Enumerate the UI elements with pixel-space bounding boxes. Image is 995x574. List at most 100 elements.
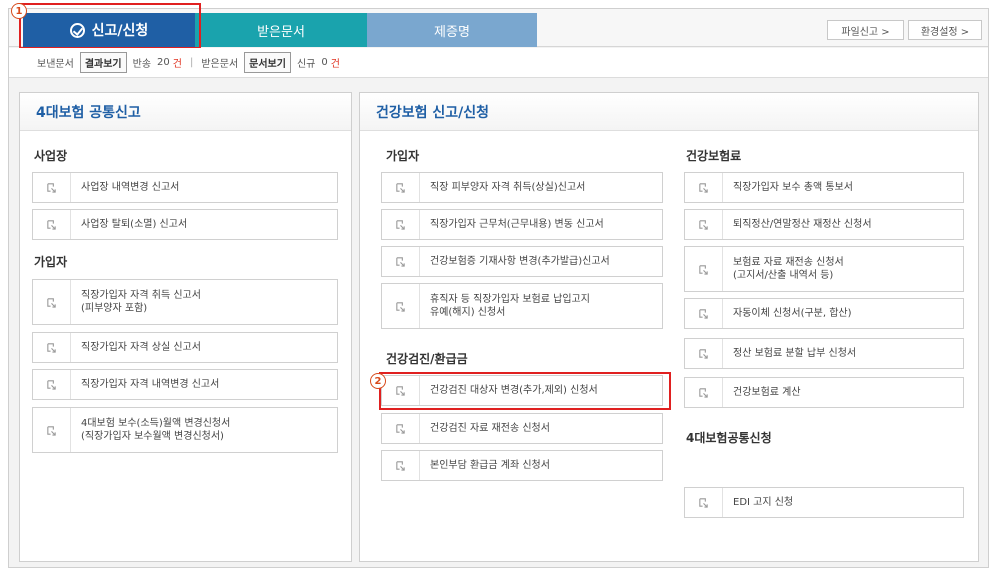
item-label: 자동이체 신청서(구분, 합산) bbox=[733, 308, 852, 319]
document-link-icon bbox=[382, 376, 420, 405]
leave-premium-deferral-application[interactable]: 휴직자 등 직장가입자 보험료 납입고지유예(해지) 신청서 bbox=[381, 283, 663, 329]
item-label-line2: (직장가입자 보수월액 변경신청서) bbox=[81, 431, 224, 442]
item-label-line2: (피부양자 포함) bbox=[81, 303, 148, 314]
tab-received-label: 받은문서 bbox=[257, 24, 305, 40]
premium-calculation[interactable]: 건강보험료 계산 bbox=[684, 377, 964, 408]
check-circle-icon bbox=[69, 22, 85, 38]
workplace-change-report[interactable]: 사업장 내역변경 신고서 bbox=[32, 172, 338, 203]
new-unit[interactable]: 건 bbox=[331, 55, 340, 70]
returned-unit[interactable]: 건 bbox=[173, 55, 182, 70]
item-label: 건강보험료 계산 bbox=[733, 387, 801, 398]
tab-report-apply[interactable]: 신고/신청 bbox=[23, 13, 195, 47]
document-link-icon bbox=[33, 280, 71, 324]
new-label: 신규 bbox=[296, 59, 316, 70]
marker-1: 1 bbox=[11, 3, 27, 19]
document-link-icon bbox=[33, 210, 71, 239]
item-label: 사업장 내역변경 신고서 bbox=[81, 182, 180, 193]
subscriber-acquisition-report[interactable]: 직장가입자 자격 취득 신고서 (피부양자 포함) bbox=[32, 279, 338, 325]
checkup-data-resend-application[interactable]: 건강검진 자료 재전송 신청서 bbox=[381, 413, 663, 444]
item-label: 4대보험 보수(소득)월액 변경신청서 (직장가입자 보수월액 변경신청서) bbox=[71, 417, 230, 443]
status-bar: 보낸문서 결과보기 반송 20 건 | 받은문서 문서보기 신규 0 건 bbox=[9, 48, 988, 78]
document-link-icon bbox=[685, 299, 723, 328]
document-link-icon bbox=[685, 247, 723, 291]
tab-received-documents[interactable]: 받은문서 bbox=[195, 13, 367, 47]
settings-button[interactable]: 환경설정 > bbox=[908, 20, 982, 40]
status-separator: | bbox=[189, 57, 194, 68]
item-label: 직장 피부양자 자격 취득(상실)신고서 bbox=[430, 182, 586, 193]
dependent-acquisition-report[interactable]: 직장 피부양자 자격 취득(상실)신고서 bbox=[381, 172, 663, 203]
monthly-pay-change-application[interactable]: 4대보험 보수(소득)월액 변경신청서 (직장가입자 보수월액 변경신청서) bbox=[32, 407, 338, 453]
sent-docs-label: 보낸문서 bbox=[37, 59, 74, 70]
item-label: 정산 보험료 분할 납부 신청서 bbox=[733, 348, 857, 359]
document-link-icon bbox=[382, 173, 420, 202]
item-label-line1: 휴직자 등 직장가입자 보험료 납입고지 bbox=[430, 294, 590, 305]
checkup-section-title: 건강검진/환급금 bbox=[386, 352, 468, 366]
insurance-card-change-report[interactable]: 건강보험증 기재사항 변경(추가발급)신고서 bbox=[381, 246, 663, 277]
item-label: 건강검진 대상자 변경(추가,제외) 신청서 bbox=[430, 385, 598, 396]
item-label: 건강보험증 기재사항 변경(추가발급)신고서 bbox=[430, 256, 610, 267]
item-label: 직장가입자 자격 취득 신고서 (피부양자 포함) bbox=[71, 289, 201, 315]
health-insurance-title: 건강보험 신고/신청 bbox=[360, 93, 978, 131]
view-results-button[interactable]: 결과보기 bbox=[79, 52, 127, 73]
document-link-icon bbox=[382, 210, 420, 239]
document-link-icon bbox=[33, 173, 71, 202]
hi-subscriber-section-title: 가입자 bbox=[386, 149, 420, 163]
item-label: 사업장 탈퇴(소멸) 신고서 bbox=[81, 219, 188, 230]
item-label-line2: 유예(해지) 신청서 bbox=[430, 307, 506, 318]
document-link-icon bbox=[685, 378, 723, 407]
refund-account-application[interactable]: 본인부담 환급금 계좌 신청서 bbox=[381, 450, 663, 481]
item-label: 본인부담 환급금 계좌 신청서 bbox=[430, 460, 550, 471]
subscriber-loss-report[interactable]: 직장가입자 자격 상실 신고서 bbox=[32, 332, 338, 363]
premium-data-resend-application[interactable]: 보험료 자료 재전송 신청서 (고지서/산출 내역서 등) bbox=[684, 246, 964, 292]
checkup-target-change-application[interactable]: 건강검진 대상자 변경(추가,제외) 신청서 bbox=[381, 375, 663, 406]
item-label: 직장가입자 자격 상실 신고서 bbox=[81, 342, 201, 353]
item-label: EDI 고지 신청 bbox=[733, 497, 794, 508]
tab-certificates-label: 제증명 bbox=[434, 24, 470, 40]
item-label-line1: 4대보험 보수(소득)월액 변경신청서 bbox=[81, 418, 231, 429]
document-link-icon bbox=[685, 210, 723, 239]
document-link-icon bbox=[685, 173, 723, 202]
document-link-icon bbox=[33, 408, 71, 452]
marker-2: 2 bbox=[370, 373, 386, 389]
common-report-panel: 4대보험 공통신고 사업장 사업장 내역변경 신고서 사업장 탈퇴(소멸) 신고… bbox=[19, 92, 352, 562]
installment-payment-application[interactable]: 정산 보험료 분할 납부 신청서 bbox=[684, 338, 964, 369]
common-apply-section-title: 4대보험공통신청 bbox=[686, 431, 772, 445]
document-link-icon bbox=[382, 414, 420, 443]
item-label: 직장가입자 근무처(근무내용) 변동 신고서 bbox=[430, 219, 604, 230]
workplace-withdrawal-report[interactable]: 사업장 탈퇴(소멸) 신고서 bbox=[32, 209, 338, 240]
returned-label: 반송 bbox=[132, 59, 152, 70]
edi-notice-application[interactable]: EDI 고지 신청 bbox=[684, 487, 964, 518]
document-link-icon bbox=[685, 488, 723, 517]
returned-count: 20 bbox=[157, 57, 170, 68]
document-link-icon bbox=[382, 284, 420, 328]
item-label: 건강검진 자료 재전송 신청서 bbox=[430, 423, 550, 434]
auto-transfer-application[interactable]: 자동이체 신청서(구분, 합산) bbox=[684, 298, 964, 329]
document-link-icon bbox=[685, 339, 723, 368]
item-label: 휴직자 등 직장가입자 보험료 납입고지유예(해지) 신청서 bbox=[420, 293, 590, 319]
item-label: 퇴직정산/연말정산 재정산 신청서 bbox=[733, 219, 872, 230]
tab-certificates[interactable]: 제증명 bbox=[367, 13, 537, 47]
tab-bar: 신고/신청 받은문서 제증명 1 파일신고 > 환경설정 > bbox=[9, 3, 988, 49]
item-label-line1: 직장가입자 자격 취득 신고서 bbox=[81, 290, 201, 301]
subscriber-section-title: 가입자 bbox=[34, 255, 68, 269]
document-link-icon bbox=[382, 451, 420, 480]
item-label: 직장가입자 보수 총액 통보서 bbox=[733, 182, 853, 193]
document-link-icon bbox=[382, 247, 420, 276]
item-label-line2: (고지서/산출 내역서 등) bbox=[733, 270, 834, 281]
year-end-resettlement-application[interactable]: 퇴직정산/연말정산 재정산 신청서 bbox=[684, 209, 964, 240]
tab-report-apply-label: 신고/신청 bbox=[91, 23, 149, 39]
common-report-title: 4대보험 공통신고 bbox=[20, 93, 351, 131]
total-pay-notice[interactable]: 직장가입자 보수 총액 통보서 bbox=[684, 172, 964, 203]
item-label-line1: 보험료 자료 재전송 신청서 bbox=[733, 257, 844, 268]
health-insurance-panel: 건강보험 신고/신청 가입자 직장 피부양자 자격 취득(상실)신고서 직장가입… bbox=[359, 92, 979, 562]
file-report-button[interactable]: 파일신고 > bbox=[827, 20, 904, 40]
document-link-icon bbox=[33, 370, 71, 399]
workplace-change-report[interactable]: 직장가입자 근무처(근무내용) 변동 신고서 bbox=[381, 209, 663, 240]
workplace-section-title: 사업장 bbox=[34, 149, 68, 163]
premium-section-title: 건강보험료 bbox=[686, 149, 742, 163]
subscriber-change-report[interactable]: 직장가입자 자격 내역변경 신고서 bbox=[32, 369, 338, 400]
view-documents-button[interactable]: 문서보기 bbox=[244, 52, 291, 73]
item-label: 직장가입자 자격 내역변경 신고서 bbox=[81, 379, 220, 390]
new-count: 0 bbox=[321, 57, 328, 68]
document-link-icon bbox=[33, 333, 71, 362]
